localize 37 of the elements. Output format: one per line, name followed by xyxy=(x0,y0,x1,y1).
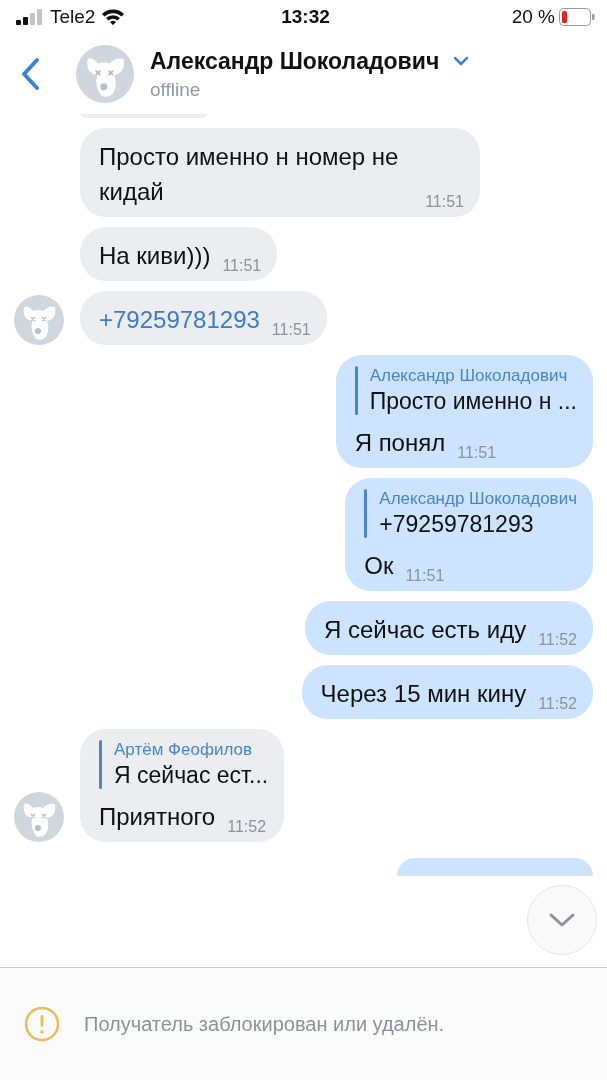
message-text: Я понял xyxy=(354,428,446,458)
avatar-icon xyxy=(14,792,64,842)
wifi-icon xyxy=(101,8,126,26)
message-time: 11:52 xyxy=(538,631,577,649)
message-text: Просто именно н номер не кидай xyxy=(99,142,400,207)
chevron-down-icon xyxy=(548,912,576,928)
message-time: 11:51 xyxy=(271,321,311,339)
clock-time: 13:32 xyxy=(281,6,330,28)
message-text: Через 15 мин кину xyxy=(320,679,527,709)
avatar-icon xyxy=(14,295,64,345)
warning-icon xyxy=(24,1006,60,1042)
message-time: 11:51 xyxy=(405,567,445,585)
message-time: 11:51 xyxy=(457,444,497,462)
message-text: Я сейчас есть иду xyxy=(323,615,527,645)
chevron-down-icon[interactable] xyxy=(453,56,470,66)
message-text: На киви))) xyxy=(99,241,211,271)
reply-text: Просто именно н ... xyxy=(369,388,577,415)
blocked-notice: Получатель заблокирован или удалён. xyxy=(84,1012,445,1036)
message-text: Приятного xyxy=(99,802,216,832)
reply-text: +79259781293 xyxy=(379,511,535,538)
phone-link[interactable]: +79259781293 xyxy=(99,302,260,337)
avatar-icon xyxy=(76,45,134,103)
reply-author: Александр Шоколадович xyxy=(379,489,577,509)
contact-name[interactable]: Александр Шоколадович xyxy=(150,47,440,75)
battery-percent: 20 % xyxy=(511,6,555,28)
battery-icon xyxy=(559,8,595,26)
reply-author: Артём Феофилов xyxy=(114,740,253,760)
carrier-name: Tele2 xyxy=(50,6,96,28)
reply-text: Я сейчас ест... xyxy=(114,762,269,789)
signal-icon xyxy=(16,9,44,25)
message-time: 11:51 xyxy=(425,193,464,211)
message-text: Ок xyxy=(364,551,394,581)
reply-author: Александр Шоколадович xyxy=(369,366,569,386)
message-time: 11:52 xyxy=(227,818,267,836)
contact-status: offline xyxy=(150,78,202,101)
message-time: 11:51 xyxy=(222,257,262,275)
message-time: 11:52 xyxy=(538,695,577,713)
